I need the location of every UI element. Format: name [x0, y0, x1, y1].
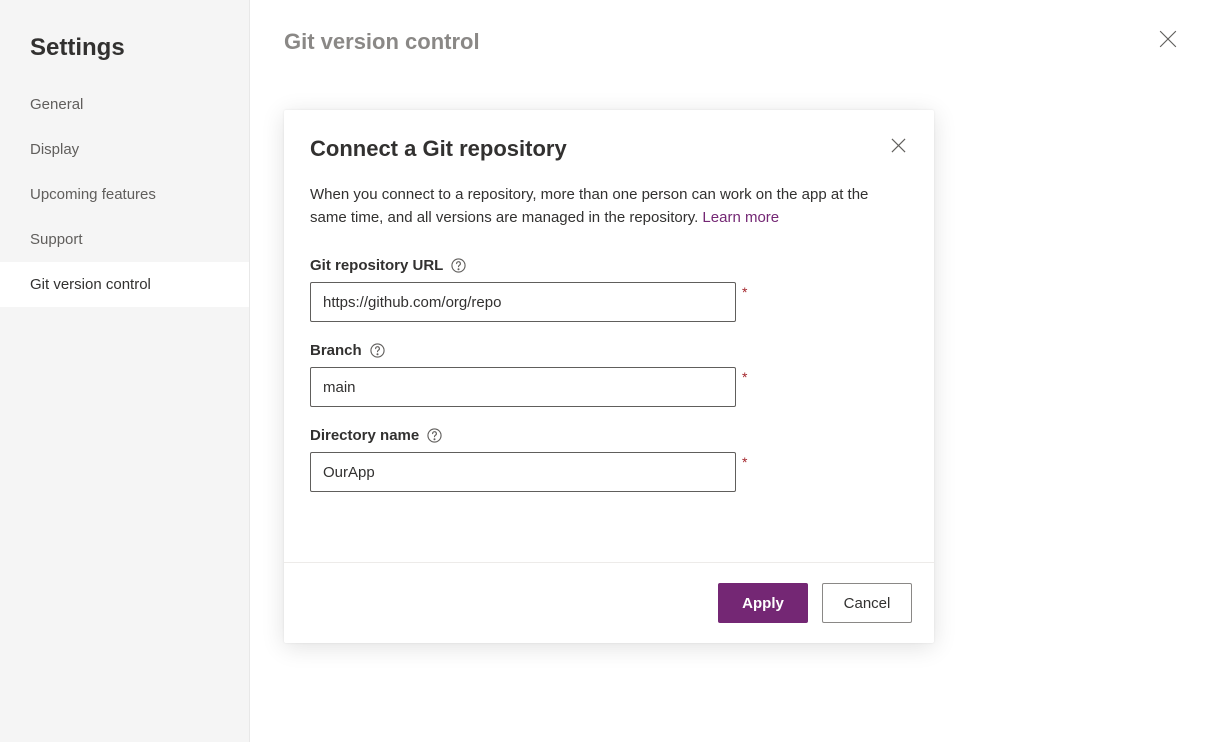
repo-url-input[interactable] — [310, 282, 736, 322]
sidebar-item-support[interactable]: Support — [0, 217, 249, 262]
apply-button[interactable]: Apply — [718, 583, 808, 623]
sidebar-item-display[interactable]: Display — [0, 127, 249, 172]
sidebar-item-git-version-control[interactable]: Git version control — [0, 262, 249, 307]
page-close-button[interactable] — [1155, 26, 1181, 57]
page-title: Git version control — [284, 29, 480, 55]
repo-url-label-row: Git repository URL — [310, 257, 908, 274]
sidebar-item-label: Support — [30, 231, 83, 248]
branch-input-row: * — [310, 367, 908, 407]
close-icon — [891, 138, 906, 153]
sidebar-title: Settings — [0, 0, 249, 82]
help-icon[interactable] — [451, 258, 466, 273]
modal-header: Connect a Git repository — [310, 136, 908, 162]
connect-git-modal: Connect a Git repository When you connec… — [284, 110, 934, 643]
page-header: Git version control — [250, 0, 1215, 67]
help-icon[interactable] — [427, 428, 442, 443]
branch-label-row: Branch — [310, 342, 908, 359]
form-group-branch: Branch * — [310, 342, 908, 407]
repo-url-label: Git repository URL — [310, 257, 443, 274]
modal-description: When you connect to a repository, more t… — [310, 184, 908, 229]
form-group-directory: Directory name * — [310, 427, 908, 492]
sidebar-item-label: General — [30, 96, 83, 113]
sidebar-item-label: Display — [30, 141, 79, 158]
cancel-button[interactable]: Cancel — [822, 583, 912, 623]
modal-body: Connect a Git repository When you connec… — [284, 110, 934, 562]
settings-sidebar: Settings General Display Upcoming featur… — [0, 0, 250, 742]
repo-url-input-row: * — [310, 282, 908, 322]
help-icon[interactable] — [370, 343, 385, 358]
directory-label: Directory name — [310, 427, 419, 444]
sidebar-item-label: Upcoming features — [30, 186, 156, 203]
modal-footer: Apply Cancel — [284, 562, 934, 643]
form-group-repo-url: Git repository URL * — [310, 257, 908, 322]
required-indicator: * — [742, 454, 747, 470]
modal-close-button[interactable] — [889, 136, 908, 160]
branch-label: Branch — [310, 342, 362, 359]
learn-more-link[interactable]: Learn more — [702, 209, 779, 226]
directory-input[interactable] — [310, 452, 736, 492]
sidebar-item-label: Git version control — [30, 276, 151, 293]
modal-title: Connect a Git repository — [310, 136, 567, 162]
directory-label-row: Directory name — [310, 427, 908, 444]
required-indicator: * — [742, 369, 747, 385]
modal-description-text: When you connect to a repository, more t… — [310, 186, 868, 226]
sidebar-item-general[interactable]: General — [0, 82, 249, 127]
directory-input-row: * — [310, 452, 908, 492]
required-indicator: * — [742, 284, 747, 300]
sidebar-nav: General Display Upcoming features Suppor… — [0, 82, 249, 307]
close-icon — [1159, 30, 1177, 48]
branch-input[interactable] — [310, 367, 736, 407]
sidebar-item-upcoming-features[interactable]: Upcoming features — [0, 172, 249, 217]
